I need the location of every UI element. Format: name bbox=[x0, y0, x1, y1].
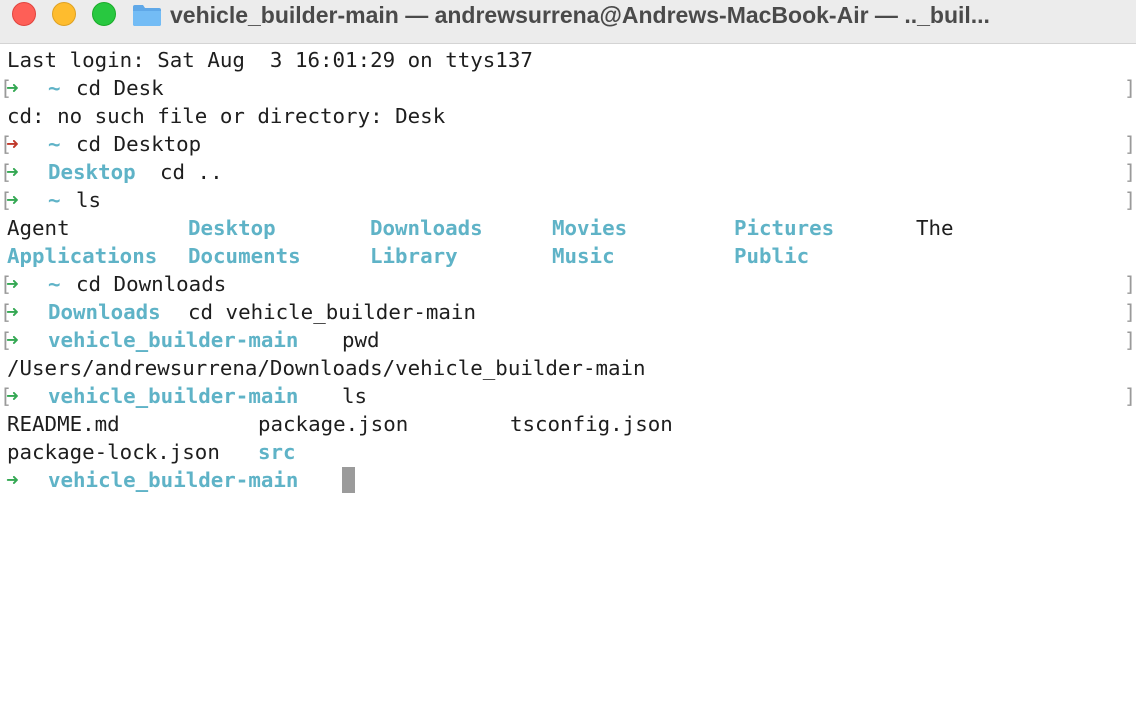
prompt-directory: vehicle_builder-main bbox=[48, 328, 299, 352]
prompt-directory: ~ bbox=[48, 272, 61, 296]
terminal-line: [ ➜ ~ cd Desk ] bbox=[0, 74, 1136, 102]
command-text: cd Downloads bbox=[76, 272, 227, 296]
command-text: cd Desktop bbox=[76, 132, 202, 156]
terminal-line: [ ➜ vehicle_builder-main ls ] bbox=[0, 382, 1136, 410]
mark-bracket-right: ] bbox=[1124, 76, 1136, 100]
prompt-arrow-error-icon: ➜ bbox=[6, 132, 19, 156]
terminal-line: cd: no such file or directory: Desk bbox=[0, 102, 1136, 130]
prompt-arrow-icon: ➜ bbox=[6, 328, 19, 352]
prompt-directory: ~ bbox=[48, 188, 61, 212]
ls-entry-file: The bbox=[916, 216, 954, 240]
ls-entry-directory: Applications bbox=[7, 244, 158, 268]
terminal-window: vehicle_builder-main — andrewsurrena@And… bbox=[0, 0, 1136, 728]
mark-bracket-right: ] bbox=[1124, 300, 1136, 324]
terminal-current-prompt-line[interactable]: ➜ vehicle_builder-main bbox=[0, 466, 1136, 494]
zoom-window-button[interactable] bbox=[92, 2, 116, 26]
mark-bracket-right: ] bbox=[1124, 272, 1136, 296]
ls-entry-directory: src bbox=[258, 440, 296, 464]
terminal-line: [ ➜ ~ ls ] bbox=[0, 186, 1136, 214]
terminal-line: /Users/andrewsurrena/Downloads/vehicle_b… bbox=[0, 354, 1136, 382]
ls-entry-directory: Library bbox=[370, 244, 458, 268]
prompt-arrow-icon: ➜ bbox=[6, 160, 19, 184]
command-text: cd vehicle_builder-main bbox=[188, 300, 476, 324]
mark-bracket-right: ] bbox=[1124, 132, 1136, 156]
command-text: pwd bbox=[342, 328, 380, 352]
pwd-output: /Users/andrewsurrena/Downloads/vehicle_b… bbox=[7, 356, 646, 380]
prompt-directory: ~ bbox=[48, 76, 61, 100]
terminal-line: [ ➜ ~ cd Downloads ] bbox=[0, 270, 1136, 298]
minimize-window-button[interactable] bbox=[52, 2, 76, 26]
mark-bracket-right: ] bbox=[1124, 188, 1136, 212]
last-login-text: Last login: Sat Aug 3 16:01:29 on ttys13… bbox=[7, 48, 533, 72]
command-text: ls bbox=[76, 188, 102, 212]
folder-icon bbox=[133, 5, 161, 26]
window-title: vehicle_builder-main — andrewsurrena@And… bbox=[170, 1, 990, 28]
command-text: cd .. bbox=[160, 160, 223, 184]
prompt-arrow-icon: ➜ bbox=[6, 468, 19, 492]
terminal-line: [ ➜ vehicle_builder-main pwd ] bbox=[0, 326, 1136, 354]
ls-entry-directory: Music bbox=[552, 244, 615, 268]
ls-entry-file: package-lock.json bbox=[7, 440, 220, 464]
mark-bracket-right: ] bbox=[1124, 384, 1136, 408]
prompt-arrow-icon: ➜ bbox=[6, 272, 19, 296]
prompt-directory: vehicle_builder-main bbox=[48, 468, 299, 492]
terminal-line: [ ➜ ~ cd Desktop ] bbox=[0, 130, 1136, 158]
prompt-arrow-icon: ➜ bbox=[6, 188, 19, 212]
ls-entry-directory: Public bbox=[734, 244, 810, 268]
ls-entry-file: README.md bbox=[7, 412, 120, 436]
terminal-line: Last login: Sat Aug 3 16:01:29 on ttys13… bbox=[0, 46, 1136, 74]
ls-entry-directory: Pictures bbox=[734, 216, 835, 240]
terminal-line: README.md package.json tsconfig.json bbox=[0, 410, 1136, 438]
ls-entry-directory: Downloads bbox=[370, 216, 483, 240]
command-text: ls bbox=[342, 384, 368, 408]
prompt-directory: Downloads bbox=[48, 300, 161, 324]
prompt-arrow-icon: ➜ bbox=[6, 76, 19, 100]
terminal-line: Agent Desktop Downloads Movies Pictures … bbox=[0, 214, 1136, 242]
prompt-directory: Desktop bbox=[48, 160, 136, 184]
prompt-arrow-icon: ➜ bbox=[6, 300, 19, 324]
ls-entry-file: tsconfig.json bbox=[510, 412, 673, 436]
ls-entry-directory: Movies bbox=[552, 216, 628, 240]
terminal-line: [ ➜ Downloads cd vehicle_builder-main ] bbox=[0, 298, 1136, 326]
close-window-button[interactable] bbox=[12, 2, 36, 26]
title-bar[interactable]: vehicle_builder-main — andrewsurrena@And… bbox=[0, 0, 1136, 44]
mark-bracket-right: ] bbox=[1124, 160, 1136, 184]
window-title-area: vehicle_builder-main — andrewsurrena@And… bbox=[132, 0, 1136, 30]
mark-bracket-right: ] bbox=[1124, 328, 1136, 352]
prompt-arrow-icon: ➜ bbox=[6, 384, 19, 408]
command-text: cd Desk bbox=[76, 76, 164, 100]
ls-entry-file: Agent bbox=[7, 216, 70, 240]
terminal-line: Applications Documents Library Music Pub… bbox=[0, 242, 1136, 270]
error-output: cd: no such file or directory: Desk bbox=[7, 104, 446, 128]
text-cursor[interactable] bbox=[342, 467, 355, 493]
prompt-directory: ~ bbox=[48, 132, 61, 156]
ls-entry-file: package.json bbox=[258, 412, 409, 436]
ls-entry-directory: Documents bbox=[188, 244, 301, 268]
terminal-line: [ ➜ Desktop cd .. ] bbox=[0, 158, 1136, 186]
ls-entry-directory: Desktop bbox=[188, 216, 276, 240]
prompt-directory: vehicle_builder-main bbox=[48, 384, 299, 408]
terminal-line: package-lock.json src bbox=[0, 438, 1136, 466]
terminal-content[interactable]: Last login: Sat Aug 3 16:01:29 on ttys13… bbox=[0, 46, 1136, 728]
